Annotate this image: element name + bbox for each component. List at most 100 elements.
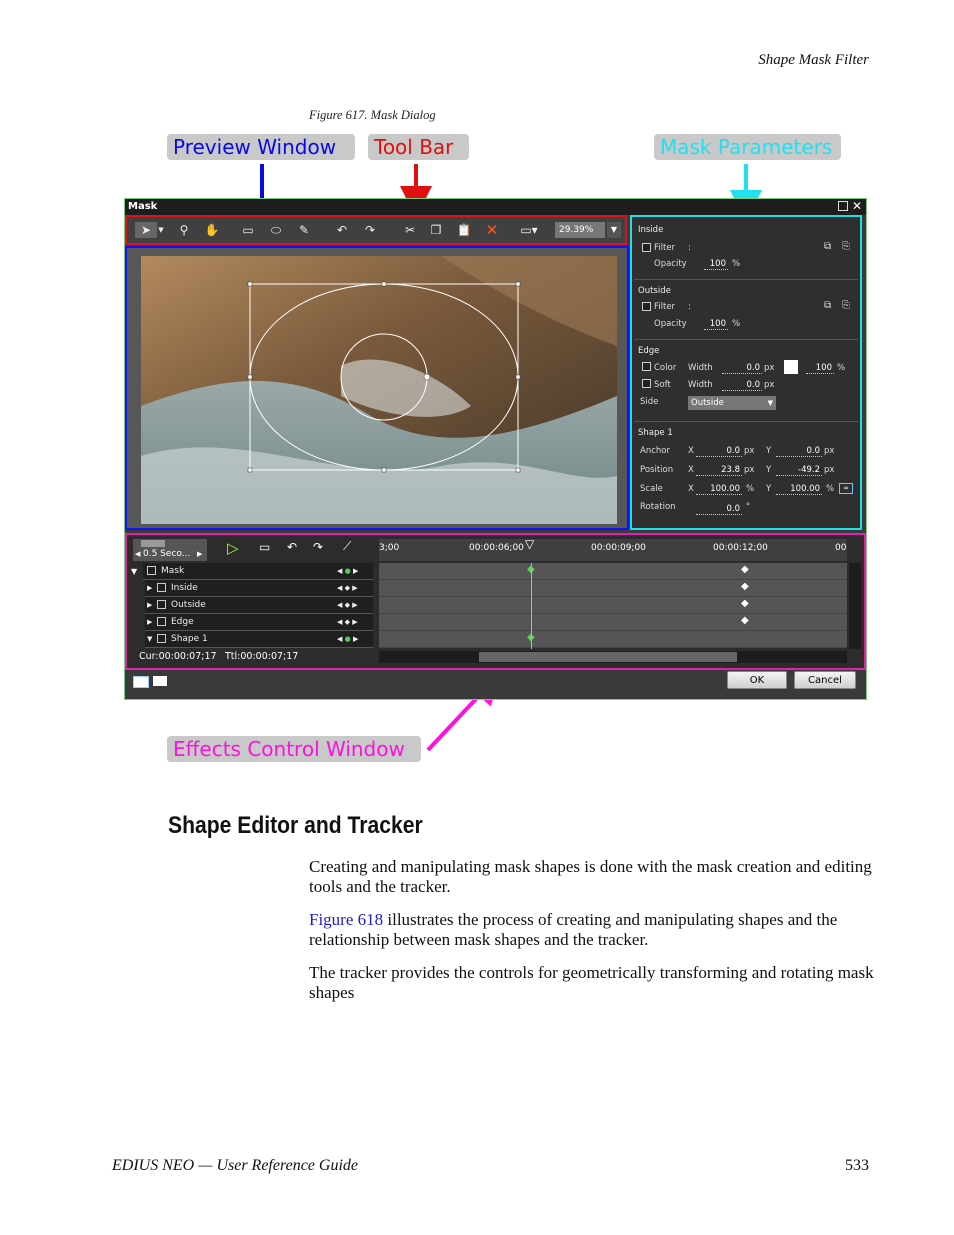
outside-filter-checkbox[interactable] [642, 302, 651, 311]
filter-clear-icon[interactable]: ⎘ [842, 241, 850, 252]
edge-width-label: Width [688, 363, 713, 373]
scale-y-field[interactable]: 100.00 [776, 484, 822, 495]
lane-edge[interactable]: ◆ [379, 614, 847, 631]
inside-filter-checkbox[interactable] [642, 243, 651, 252]
track-checkbox[interactable] [147, 566, 156, 575]
inside-opacity-field[interactable]: 100 [704, 259, 728, 270]
step-right-icon[interactable]: ▶ [197, 550, 202, 558]
timeline-ruler[interactable]: 3;00 00:00:06;00 00:00:09;00 00:00:12;00… [379, 537, 847, 561]
keyframe-icon[interactable]: ◆ [741, 598, 749, 609]
redo-icon[interactable]: ↷ [313, 540, 323, 554]
preview-icon[interactable]: ▭ [259, 540, 270, 554]
step-value[interactable]: 0.5 Seco... [143, 549, 190, 559]
track-checkbox[interactable] [157, 583, 166, 592]
keyframe-nav-icon[interactable]: ◀ ◆ ▶ [337, 597, 358, 613]
close-icon[interactable]: ✕ [852, 199, 862, 213]
lane-outside[interactable]: ◆ [379, 597, 847, 614]
collapse-icon[interactable]: ▼ [147, 631, 152, 647]
play-icon[interactable]: ▷ [227, 539, 239, 557]
track-checkbox[interactable] [157, 600, 166, 609]
scale-x-field[interactable]: 100.00 [696, 484, 742, 495]
lane-inside[interactable]: ◆ [379, 580, 847, 597]
keyframe-icon[interactable]: ◆ [741, 581, 749, 592]
filter-settings-icon[interactable]: ⧉ [824, 241, 831, 252]
paste-icon[interactable]: 📋 [455, 222, 473, 238]
anchor-x-field[interactable]: 0.0 [696, 446, 742, 457]
lane-mask[interactable]: ◆◆ [379, 563, 847, 580]
collapse-icon[interactable]: ▼ [131, 567, 137, 576]
effects-control-window: 0.5 Seco... ◀ ▶ ▷ ▭ ↶ ↷ ⟋ 3;00 00:00:06;… [125, 533, 866, 670]
track-edge[interactable]: ▶ Edge ◀ ◆ ▶ [145, 614, 373, 631]
track-outside[interactable]: ▶ Outside ◀ ◆ ▶ [145, 597, 373, 614]
copy-icon[interactable]: ❐ [427, 222, 445, 238]
undo-icon[interactable]: ↶ [287, 540, 297, 554]
ellipse-icon[interactable]: ⬭ [267, 222, 285, 238]
edge-color-swatch[interactable] [784, 360, 798, 374]
layout-toggle-icon[interactable] [133, 676, 149, 688]
filter-clear-icon[interactable]: ⎘ [842, 300, 850, 311]
vertical-scrollbar[interactable] [849, 563, 861, 649]
redo-icon[interactable]: ↷ [361, 222, 379, 238]
edge-color-percent-field[interactable]: 100 [806, 363, 834, 374]
edge-side-select[interactable]: Outside ▼ [688, 396, 776, 410]
horizontal-scrollbar[interactable] [379, 651, 847, 663]
rotation-unit: ° [746, 502, 751, 512]
track-label: Edge [171, 617, 194, 627]
preview-image[interactable] [141, 256, 617, 524]
track-checkbox[interactable] [157, 634, 166, 643]
anchor-y-unit: px [824, 446, 835, 456]
position-y-field[interactable]: -49.2 [776, 465, 822, 476]
step-slider[interactable] [141, 540, 165, 547]
graph-icon[interactable]: ⟋ [343, 539, 351, 554]
pen-icon[interactable]: ✎ [295, 222, 313, 238]
edge-soft-checkbox[interactable] [642, 379, 651, 388]
edge-side-label: Side [640, 397, 659, 407]
figure-link[interactable]: Figure 618 [309, 910, 383, 929]
hand-icon[interactable]: ✋ [203, 222, 221, 238]
scrollbar-thumb[interactable] [479, 652, 737, 662]
keyframe-icon[interactable]: ◆ [741, 564, 749, 575]
outside-opacity-field[interactable]: 100 [704, 319, 728, 330]
filter-settings-icon[interactable]: ⧉ [824, 300, 831, 311]
playhead-icon[interactable]: ▽ [525, 537, 534, 551]
ok-button[interactable]: OK [727, 671, 787, 689]
track-checkbox[interactable] [157, 617, 166, 626]
select-arrow-icon[interactable]: ➤ [135, 222, 157, 238]
cancel-button[interactable]: Cancel [794, 671, 856, 689]
link-scale-icon[interactable]: ∞ [839, 483, 853, 494]
anchor-y-field[interactable]: 0.0 [776, 446, 822, 457]
keyframe-nav-icon[interactable]: ◀ ● ▶ [337, 631, 358, 647]
cut-icon[interactable]: ✂ [401, 222, 419, 238]
expand-icon[interactable]: ▶ [147, 580, 152, 596]
callout-preview-window: Preview Window [167, 134, 355, 160]
track-shape-1[interactable]: ▼ Shape 1 ◀ ● ▶ [145, 631, 373, 648]
keyframe-nav-icon[interactable]: ◀ ● ▶ [337, 563, 358, 579]
zoom-level[interactable]: 29.39% [555, 222, 605, 238]
rectangle-icon[interactable]: ▭ [239, 222, 257, 238]
keyframe-icon[interactable]: ◆ [741, 615, 749, 626]
chevron-down-icon[interactable]: ▼ [157, 222, 165, 238]
outside-title: Outside [638, 286, 671, 296]
scale-x-label: X [688, 484, 694, 494]
track-mask[interactable]: Mask ◀ ● ▶ [143, 563, 373, 580]
position-x-field[interactable]: 23.8 [696, 465, 742, 476]
step-left-icon[interactable]: ◀ [135, 550, 140, 558]
edge-color-width-field[interactable]: 0.0 [722, 363, 762, 374]
single-view-icon[interactable] [153, 676, 167, 686]
expand-icon[interactable]: ▶ [147, 597, 152, 613]
expand-icon[interactable]: ▶ [147, 614, 152, 630]
rotation-field[interactable]: 0.0 [696, 504, 742, 515]
undo-icon[interactable]: ↶ [333, 222, 351, 238]
track-inside[interactable]: ▶ Inside ◀ ◆ ▶ [145, 580, 373, 597]
zoom-icon[interactable]: ⚲ [175, 222, 193, 238]
keyframe-nav-icon[interactable]: ◀ ◆ ▶ [337, 614, 358, 630]
edge-color-checkbox[interactable] [642, 362, 651, 371]
edge-soft-width-field[interactable]: 0.0 [722, 380, 762, 391]
zoom-dropdown-icon[interactable]: ▼ [607, 222, 621, 238]
delete-icon[interactable]: ✕ [483, 222, 501, 238]
lane-shape-1[interactable]: ◆ [379, 631, 847, 648]
tool-bar: ➤ ▼ ⚲ ✋ ▭ ⬭ ✎ ↶ ↷ ✂ ❐ 📋 ✕ ▭▾ 29.39% ▼ [125, 215, 627, 245]
maximize-icon[interactable] [838, 201, 848, 211]
keyframe-nav-icon[interactable]: ◀ ◆ ▶ [337, 580, 358, 596]
frame-icon[interactable]: ▭▾ [517, 222, 541, 238]
